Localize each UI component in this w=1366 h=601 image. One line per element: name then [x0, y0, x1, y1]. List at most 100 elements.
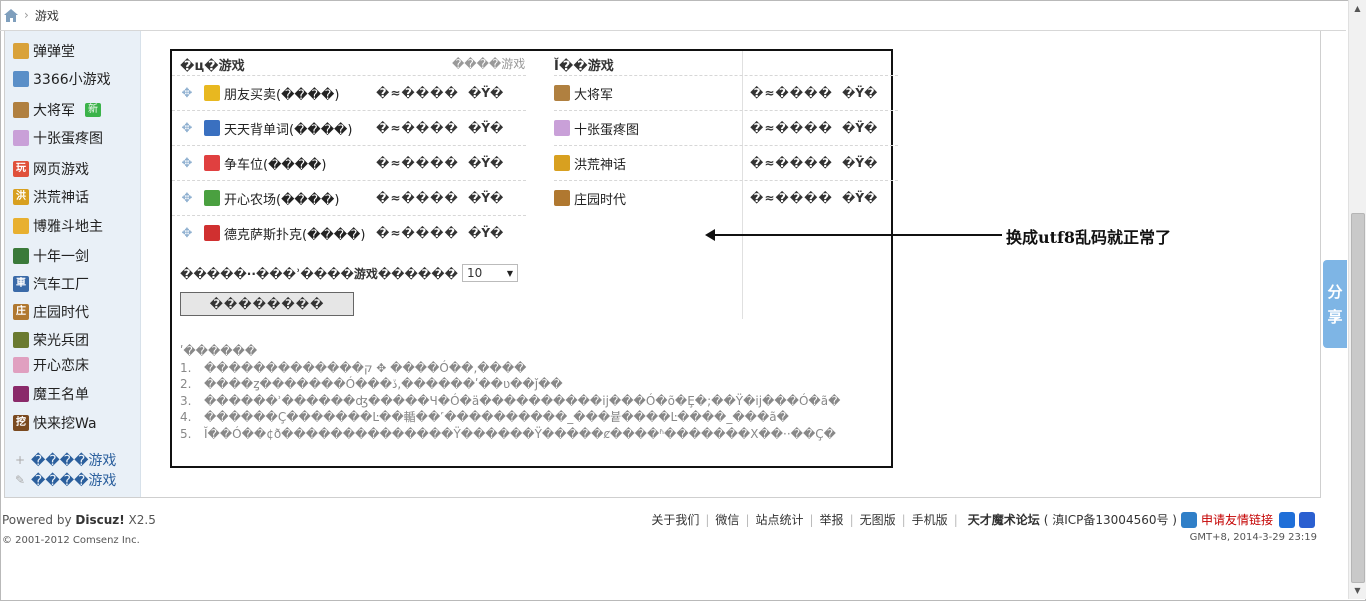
parking-icon	[204, 155, 220, 171]
game-name[interactable]: 大将军	[574, 84, 613, 103]
footer-link[interactable]: 无图版	[860, 511, 896, 528]
sidebar: 弹弹堂 3366小游戏 大将军新十张蛋疼图玩网页游戏洪洪荒神话博雅斗地主十年一剑車汽…	[5, 31, 141, 497]
breadcrumb: › 游戏	[4, 6, 59, 24]
baidu-paw-icon[interactable]	[1299, 511, 1315, 528]
game-name[interactable]: 庄园时代	[574, 189, 626, 208]
game-status: �≈����	[376, 86, 459, 100]
game-name[interactable]: 德克萨斯扑克(����)	[224, 224, 365, 243]
display-count-select[interactable]: 10 ▼	[461, 264, 518, 282]
sidebar-item[interactable]: 挖快来挖Wa	[13, 412, 97, 434]
sidebar-item[interactable]: 十年一剑	[13, 245, 89, 267]
icp-link[interactable]: ( 滇ICP备13004560号 )	[1044, 511, 1177, 528]
sidebar-item[interactable]: 車汽车工厂	[13, 273, 89, 295]
sidebar-link[interactable]: + ����游戏	[13, 451, 116, 469]
usage-note-text: ����ȥ�������Ó���ڏ,������ʹ��ʋ��ǰ��	[204, 377, 563, 391]
game-name[interactable]: 洪荒神话	[574, 154, 626, 173]
game-action[interactable]: �Ÿ�	[842, 191, 877, 205]
sidebar-link[interactable]: ✎ ����游戏	[13, 471, 116, 489]
drag-handle-icon[interactable]: ✥	[180, 226, 194, 241]
drag-handle-icon[interactable]: ✥	[180, 121, 194, 136]
honghuang-icon	[554, 155, 570, 171]
general-icon	[554, 85, 570, 101]
sidebar-item[interactable]: 荣光兵团	[13, 329, 89, 351]
footer-link[interactable]: 微信	[715, 511, 739, 528]
sidebar-item-label: 弹弹堂	[33, 44, 75, 60]
sidebar-item[interactable]: 魔王名单	[13, 383, 89, 405]
drag-handle-icon[interactable]: ✥	[180, 156, 194, 171]
game-name[interactable]: 朋友买卖(����)	[224, 84, 339, 103]
share-tab[interactable]: 分 享	[1323, 260, 1347, 348]
sidebar-item-label: 网页游戏	[33, 162, 89, 178]
scroll-up-arrow-icon[interactable]: ▲	[1349, 0, 1366, 17]
left-column-header-link[interactable]: ����游戏	[452, 55, 525, 72]
game-action[interactable]: �Ÿ�	[468, 121, 503, 135]
footer-link[interactable]: 举报	[820, 511, 844, 528]
sidebar-item[interactable]: 大将军新	[13, 99, 101, 121]
footer-separator: |	[809, 512, 814, 527]
game-action[interactable]: �Ÿ�	[842, 121, 877, 135]
usage-note-number: 1.	[180, 360, 192, 375]
breadcrumb-separator: ›	[24, 8, 29, 22]
shield-icon	[1180, 511, 1197, 528]
demon-icon	[13, 386, 29, 402]
game-name[interactable]: 天天背单词(����)	[224, 119, 352, 138]
game-action[interactable]: �Ÿ�	[468, 226, 503, 240]
game-name[interactable]: 开心农场(����)	[224, 189, 339, 208]
discuz-link[interactable]: Discuz!	[75, 513, 124, 527]
share-label-2: 享	[1327, 308, 1343, 326]
sidebar-item[interactable]: 开心恋床	[13, 354, 89, 376]
sidebar-item-label: 快来挖Wa	[33, 416, 97, 432]
game-row: 十张蛋疼图 �≈���� �Ÿ�	[554, 110, 898, 145]
apply-link[interactable]: 申请友情链接	[1201, 511, 1273, 528]
scrollbar-thumb[interactable]	[1351, 213, 1365, 583]
usage-notes-title: ʹ������	[180, 344, 258, 358]
share-c-icon[interactable]	[1279, 511, 1295, 528]
home-icon[interactable]	[4, 8, 18, 22]
powered-prefix: Powered by	[2, 513, 76, 527]
sidebar-item-label: 十张蛋疼图	[33, 131, 103, 147]
footer-separator: |	[953, 512, 958, 527]
sidebar-item[interactable]: 洪洪荒神话	[13, 186, 89, 208]
game-row: 庄园时代 �≈���� �Ÿ�	[554, 180, 898, 215]
sidebar-item[interactable]: 庄庄园时代	[13, 301, 89, 323]
drag-handle-icon[interactable]: ✥	[180, 86, 194, 101]
game-action[interactable]: �Ÿ�	[842, 86, 877, 100]
game-row: ✥ 争车位(����) �≈���� �Ÿ�	[172, 145, 526, 180]
submit-button[interactable]: ��������	[180, 292, 354, 316]
site-name-link[interactable]: 天才魔术论坛	[968, 511, 1040, 528]
sidebar-item-label: 汽车工厂	[33, 277, 89, 293]
usage-note: 5. Ĭ��Ó��¢ð��������������Ÿ������Ÿ�����ȼ��…	[180, 426, 840, 443]
sidebar-item[interactable]: 弹弹堂	[13, 40, 75, 62]
breadcrumb-current: 游戏	[34, 8, 59, 23]
usage-note-text: Ĭ��Ó��¢ð��������������Ÿ������Ÿ�����ȼ����…	[204, 426, 836, 441]
usage-note: 2. ����ȥ�������Ó���ڏ,������ʹ��ʋ��ǰ��	[180, 376, 840, 393]
game-action[interactable]: �Ÿ�	[842, 156, 877, 170]
sidebar-item[interactable]: 博雅斗地主	[13, 215, 103, 237]
game-name[interactable]: 十张蛋疼图	[574, 119, 639, 138]
share-label-1: 分	[1327, 283, 1343, 301]
pictures-icon	[554, 120, 570, 136]
game-action[interactable]: �Ÿ�	[468, 86, 503, 100]
left-column-header: �ц�游戏	[180, 59, 245, 74]
footer-link[interactable]: 站点统计	[755, 511, 803, 528]
general-icon	[13, 102, 29, 118]
drag-handle-icon[interactable]: ✥	[180, 191, 194, 206]
game-status: �≈����	[376, 226, 459, 240]
sidebar-item[interactable]: 玩网页游戏	[13, 158, 89, 180]
scroll-down-arrow-icon[interactable]: ▼	[1349, 582, 1366, 599]
display-count-setting: �����··���ʾ����游戏������ 10 ▼	[180, 264, 518, 282]
sidebar-item[interactable]: 3366小游戏	[13, 68, 111, 90]
footer-link[interactable]: 关于我们	[651, 511, 699, 528]
copyright: © 2001-2012 Comsenz Inc.	[2, 535, 140, 546]
usage-note: 3. ������ʾ������ʤ�����Ч�Ó�ä����������ij��…	[180, 393, 840, 410]
game-action[interactable]: �Ÿ�	[468, 156, 503, 170]
sidebar-item[interactable]: 十张蛋疼图	[13, 127, 103, 149]
game-name[interactable]: 争车位(����)	[224, 154, 326, 173]
sprout-icon	[204, 190, 220, 206]
footer-link[interactable]: 手机版	[912, 511, 948, 528]
coins-icon	[204, 85, 220, 101]
manor-icon: 庄	[13, 304, 29, 320]
game-action[interactable]: �Ÿ�	[468, 191, 503, 205]
scrollbar[interactable]: ▲ ▼	[1348, 0, 1366, 599]
sidebar-item-label: 开心恋床	[33, 358, 89, 374]
